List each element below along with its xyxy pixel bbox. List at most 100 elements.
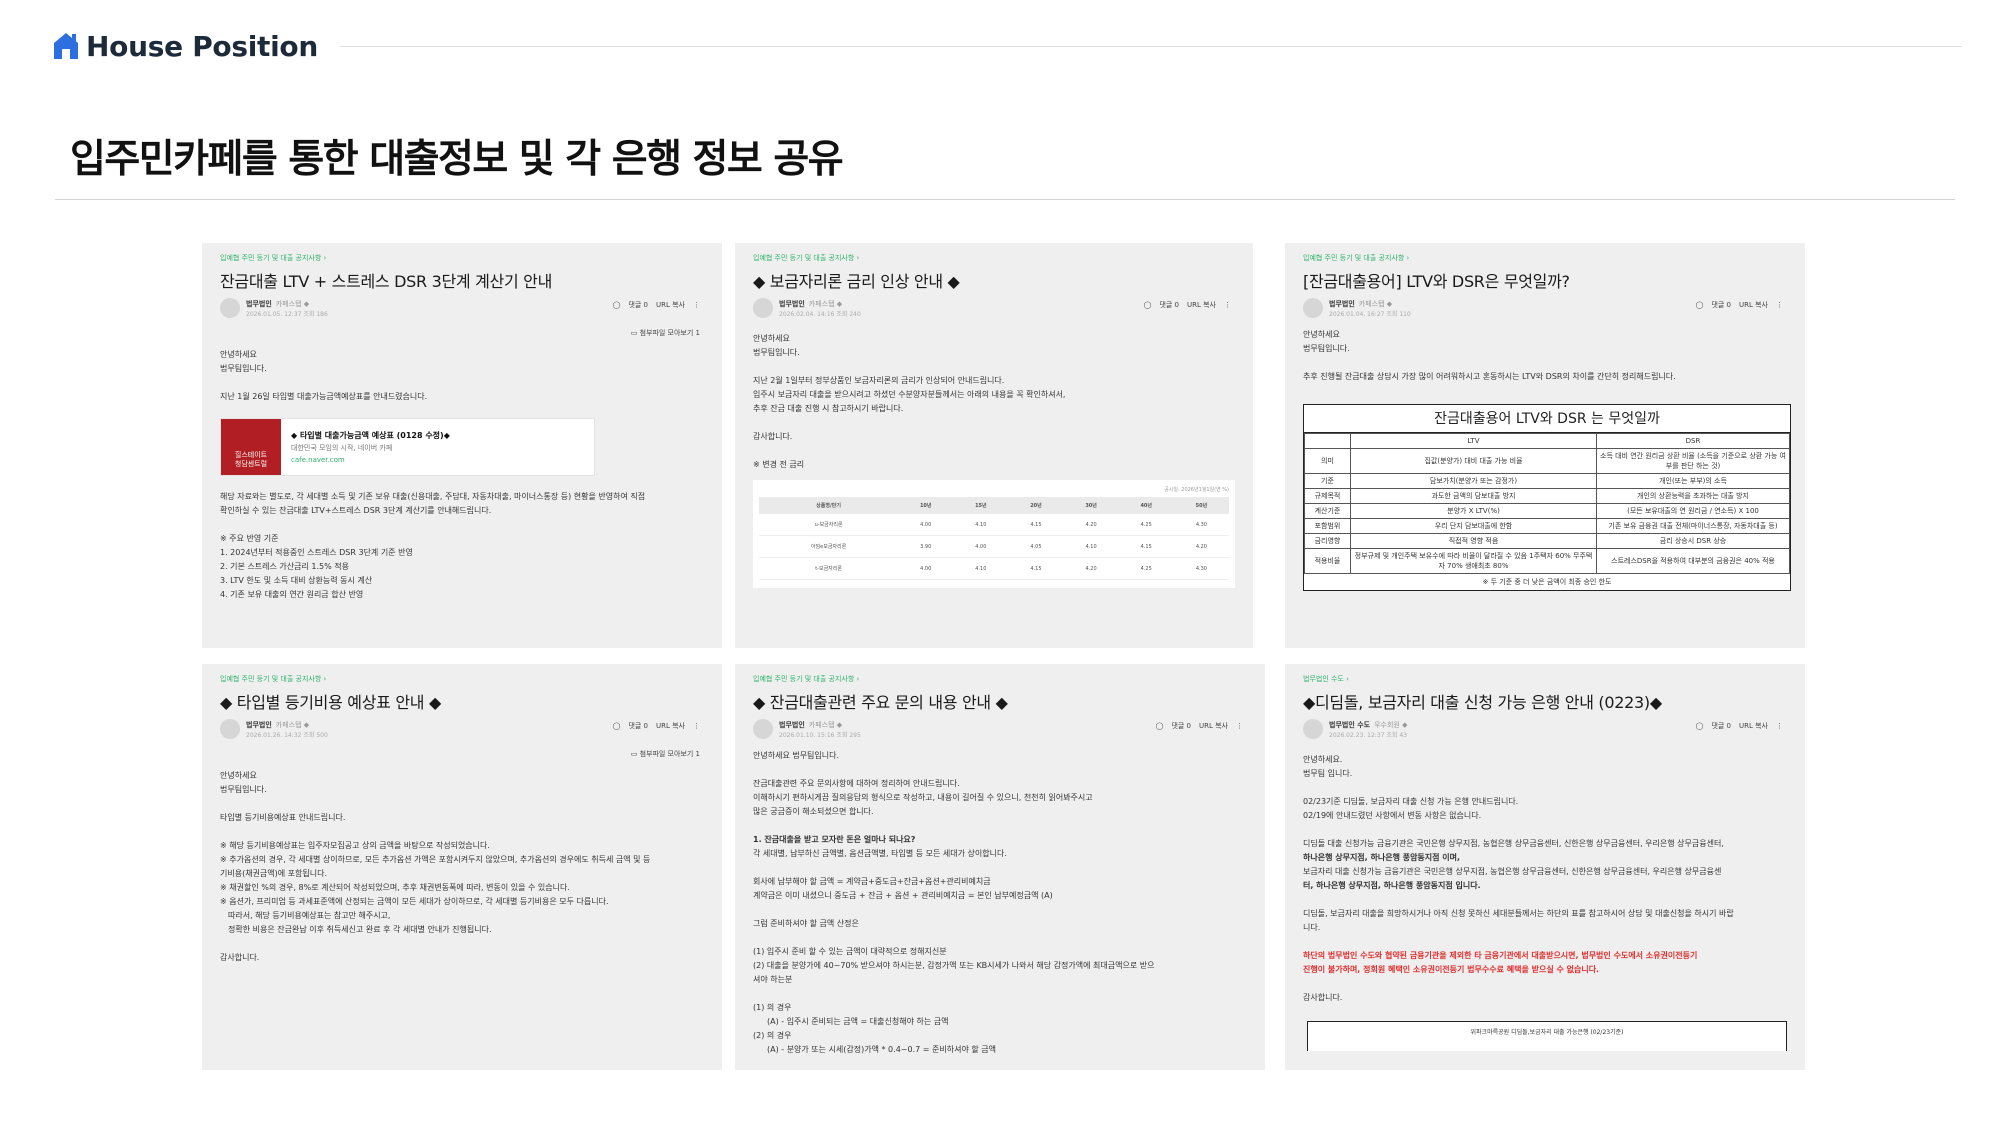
url-copy-button[interactable]: URL 복사 [1199,721,1228,731]
body-line: ※ 옵션가, 프리미엄 등 과세표준액에 산정되는 금액이 모든 세대가 상이하… [220,897,609,906]
post-date: 2026.02.23. 12:37 조회 43 [1329,731,1407,739]
table-header-cell: 상품명/만기 [759,497,899,514]
more-icon[interactable]: ⋮ [1224,301,1231,309]
url-copy-button[interactable]: URL 복사 [1739,300,1768,310]
comment-count[interactable]: 댓글 0 [1171,721,1191,731]
author-name: 법무법인 카페스탭 ◆ [1329,299,1411,309]
table-cell: 4.00 [898,557,954,580]
cafe-post-card-ltv-dsr-calculator: 입예협 주민 등기 및 대출 공지사항 › 잔금대출 LTV + 스트레스 DS… [202,243,722,648]
post-breadcrumb[interactable]: 입예협 주민 등기 및 대출 공지사항 › [753,253,1235,263]
post-breadcrumb[interactable]: 입예협 주민 등기 및 대출 공지사항 › [220,253,704,263]
table-header-cell: 50년 [1173,497,1229,514]
url-copy-button[interactable]: URL 복사 [656,300,685,310]
body-line: 타입별 등기비용예상표 안내드립니다. [220,813,346,822]
post-actions: ◯ 댓글 0 URL 복사 ⋮ [613,300,700,310]
comment-icon: ◯ [612,722,621,730]
house-logo-icon[interactable] [52,31,80,61]
more-icon[interactable]: ⋮ [1236,722,1243,730]
post-breadcrumb[interactable]: 법무법인 수도 › [1303,674,1787,684]
body-line: 각 세대별, 납부하신 금액별, 옵션금액별, 타입별 등 모든 세대가 상이합… [753,849,1007,858]
attachment-link[interactable]: ▭ 첨부파일 모아보기 1 [220,749,700,759]
post-date: 2026.01.05. 12:37 조회 186 [246,310,328,318]
table-cell: 과도한 금액의 담보대출 방지 [1350,488,1597,504]
post-meta: 법무법인 카페스탭 ◆ 2026.01.10. 15:16 조회 295 ◯ 댓글… [753,719,1247,739]
comment-icon: ◯ [1143,301,1152,309]
ltv-dsr-table-footnote: ※ 두 기준 중 더 낮은 금액이 최종 승인 한도 [1482,578,1612,586]
table-row: 기준 담보가치(분양가 또는 감정가) 개인(또는 부부)의 소득 [1304,473,1790,489]
table-cell: t-보금자리론 [759,557,899,580]
post-meta: 법무법인 카페스탭 ◆ 2026.02.04. 14:16 조회 240 ◯ 댓글… [753,298,1235,318]
more-icon[interactable]: ⋮ [1776,301,1783,309]
body-line: (A) - 분양가 또는 시세(감정)가액 * 0.4~0.7 = 준비하셔야 … [767,1045,996,1054]
avatar [753,719,773,739]
link-preview-card[interactable]: 힐스테이트 청담센트럴 ◆ 타입별 대출가능금액 예상표 (0128 수정)◆ … [220,418,595,476]
bank-table-preview: 위파크마륵공원 디딤돌,보금자리 대출 가능은행 (02/23기준) [1307,1021,1787,1051]
avatar [220,719,240,739]
comment-icon: ◯ [1695,301,1704,309]
comment-icon: ◯ [612,301,621,309]
post-title: 잔금대출 LTV + 스트레스 DSR 3단계 계산기 안내 [220,272,553,291]
body-line: 법무팀 입니다. [1303,769,1353,778]
post-breadcrumb[interactable]: 입예협 주민 등기 및 대출 공지사항 › [1303,253,1787,263]
body-line: 잔금대출관련 주요 문의사항에 대하여 정리하여 안내드립니다. [753,779,960,788]
table-cell: u-보금자리론 [759,514,899,536]
post-body: 안녕하세요 법무팀입니다. 타입별 등기비용예상표 안내드립니다. ※ 해당 등… [220,769,704,965]
table-row: 금리영향 직접적 영향 적음 금리 상승시 DSR 상승 [1304,533,1790,549]
post-body: 안녕하세요 법무팀입니다. 지난 2월 1일부터 정부상품인 보금자리론의 금리… [753,332,1235,588]
body-line: 3. LTV 한도 및 소득 대비 상환능력 동시 계산 [220,576,373,585]
table-cell: 4.10 [953,514,1009,536]
body-line: 법무팀입니다. [220,785,267,794]
table-cell: 4.10 [953,557,1009,580]
comment-count[interactable]: 댓글 0 [628,721,648,731]
warning-line: 하단의 법무법인 수도와 협약된 금융기관을 제외한 타 금융기관에서 대출받으… [1303,951,1698,960]
url-copy-button[interactable]: URL 복사 [656,721,685,731]
author-label: 법무법인 [779,299,805,308]
table-header-cell: 20년 [1008,497,1064,514]
more-icon[interactable]: ⋮ [693,301,700,309]
body-line: 보금자리 대출 신청가능 금융기관은 국민은행 상무지점, 농협은행 상무금융센… [1303,867,1722,876]
body-line: 하나은행 상무지점, 하나은행 풍암동지점 이며, [1303,853,1461,862]
post-date: 2026.01.10. 15:16 조회 295 [779,731,861,739]
body-line: ※ 해당 등기비용예상표는 입주자모집공고 상의 금액을 바탕으로 작성되었습니… [220,841,490,850]
comment-count[interactable]: 댓글 0 [1159,300,1179,310]
table-cell: 포함범위 [1304,518,1351,534]
comment-count[interactable]: 댓글 0 [1711,721,1731,731]
header-divider [339,45,1962,47]
table-cell: 4.00 [898,514,954,536]
table-cell: 규제목적 [1304,488,1351,504]
post-meta: 법무법인 카페스탭 ◆ 2026.01.05. 12:37 조회 186 ◯ 댓글… [220,298,704,318]
cafe-post-card-bank-list: 법무법인 수도 › ◆디딤돌, 보금자리 대출 신청 가능 은행 안내 (022… [1285,664,1805,1070]
more-icon[interactable]: ⋮ [693,722,700,730]
more-icon[interactable]: ⋮ [1776,722,1783,730]
table-cell: 집값(분양가) 대비 대출 가능 비율 [1350,448,1597,474]
table-cell: 4.20 [1063,557,1119,580]
table-cell: 4.20 [1063,514,1119,536]
attachment-link[interactable]: ▭ 첨부파일 모아보기 1 [220,328,700,338]
body-line: 안녕하세요. [1303,755,1343,764]
table-cell: 직접적 영향 적음 [1350,533,1597,549]
post-title: [잔금대출용어] LTV와 DSR은 무엇일까? [1303,272,1570,291]
body-line: 회사에 납부해야 할 금액 = 계약금+중도금+잔금+옵션+관리비예치금 [753,877,991,886]
url-copy-button[interactable]: URL 복사 [1739,721,1768,731]
avatar [1303,719,1323,739]
table-row: 아낌e보금자리론 3.90 4.00 4.05 4.10 4.15 4.20 [759,535,1229,558]
table-cell: 4.30 [1173,514,1229,536]
comment-count[interactable]: 댓글 0 [628,300,648,310]
body-line: ※ 추가옵션의 경우, 각 세대별 상이하므로, 모든 추가옵션 가액은 포함시… [220,855,651,864]
comment-count[interactable]: 댓글 0 [1711,300,1731,310]
table-header-cell: 40년 [1118,497,1174,514]
table-row: 포함범위 우리 단지 담보대출에 한함 기존 보유 금융권 대출 전체(마이너스… [1304,518,1790,534]
body-line: (1) 의 경우 [753,1003,792,1012]
rate-table: 공시일: 2026년1월1일(연 %) 상품명/만기 10년 15년 20년 3… [753,480,1235,588]
post-breadcrumb[interactable]: 입예협 주민 등기 및 대출 공지사항 › [753,674,1247,684]
table-header-cell: 15년 [953,497,1009,514]
post-meta: 법무법인 카페스탭 ◆ 2026.01.04. 16:27 조회 110 ◯ 댓글… [1303,298,1787,318]
link-description: 대한민국 모임의 시작, 네이버 카페 [291,444,393,452]
brand-name[interactable]: House Position [86,30,318,63]
table-cell: (모든 보유대출의 연 원리금 / 연소득) X 100 [1596,503,1790,519]
post-breadcrumb[interactable]: 입예협 주민 등기 및 대출 공지사항 › [220,674,704,684]
url-copy-button[interactable]: URL 복사 [1187,300,1216,310]
link-url: cafe.naver.com [291,456,345,464]
body-line: 디딤돌, 보금자리 대출을 희망하시거나 아직 신청 못하신 세대분들께서는 하… [1303,909,1734,918]
thumb-text-2: 청담센트럴 [234,460,268,468]
